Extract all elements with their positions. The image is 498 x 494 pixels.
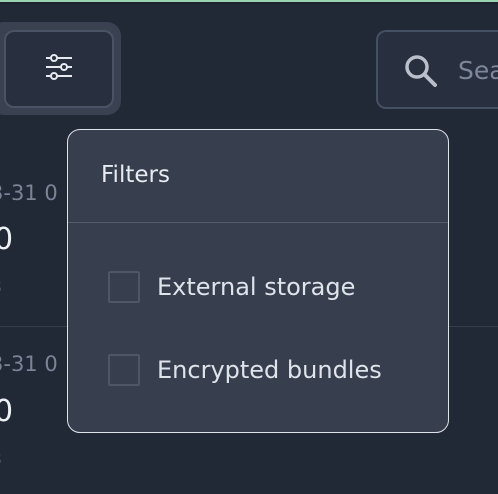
search-box[interactable]	[376, 30, 498, 109]
search-icon	[404, 54, 438, 92]
top-accent-shadow	[0, 2, 498, 4]
row-date: 3-31 0	[0, 352, 58, 376]
row-size: 3	[0, 448, 2, 470]
filter-option-external-storage[interactable]: External storage	[108, 270, 355, 304]
row-value: 0	[0, 222, 14, 257]
sliders-icon	[44, 52, 74, 86]
row-value: 0	[0, 394, 14, 429]
filter-button[interactable]	[4, 30, 114, 108]
row-size: 3	[0, 276, 2, 298]
filter-option-encrypted-bundles[interactable]: Encrypted bundles	[108, 353, 382, 387]
encrypted-bundles-checkbox[interactable]	[108, 354, 140, 386]
filter-option-label: External storage	[157, 273, 356, 301]
external-storage-checkbox[interactable]	[108, 271, 140, 303]
filter-option-label: Encrypted bundles	[157, 356, 382, 384]
search-input[interactable]	[458, 50, 498, 90]
popover-divider	[68, 222, 448, 223]
popover-title: Filters	[101, 162, 170, 188]
filters-popover: Filters External storage Encrypted bundl…	[67, 129, 449, 433]
row-date: 3-31 0	[0, 181, 58, 205]
